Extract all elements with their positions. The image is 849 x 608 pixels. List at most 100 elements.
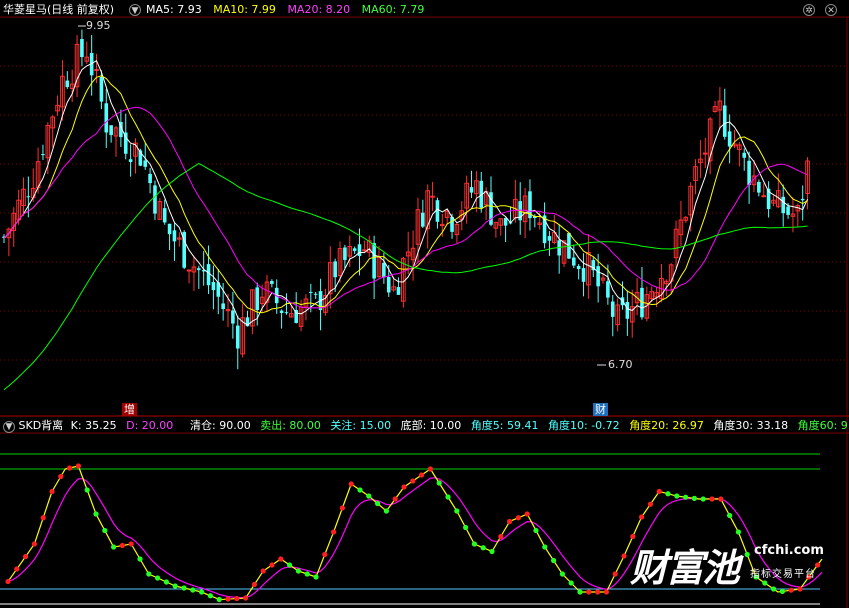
k-dot — [727, 512, 733, 519]
candle-body — [547, 236, 552, 241]
candle-body — [235, 325, 240, 349]
gear-icon[interactable]: ✲ — [803, 4, 815, 16]
k-dot — [691, 495, 698, 501]
candlestick-chart[interactable] — [0, 0, 849, 608]
k-dot — [331, 529, 337, 535]
candle-body — [143, 160, 148, 167]
stock-chart-window: 华菱星马(日线 前复权) ▼ MA5: 7.93 MA10: 7.99 MA20… — [0, 0, 849, 608]
candle-body — [128, 159, 133, 162]
d-value: D: 20.00 — [126, 419, 174, 432]
k-dot — [559, 571, 566, 577]
k-dot — [225, 596, 231, 602]
k-dot — [119, 542, 125, 549]
candle-body — [702, 152, 708, 155]
candle-body — [781, 196, 785, 214]
candle-body — [109, 125, 113, 136]
candle-body — [786, 206, 790, 215]
k-dot — [586, 589, 592, 595]
candle-body — [343, 247, 347, 260]
candle-body — [284, 312, 289, 314]
candle-body — [26, 196, 31, 198]
candle-body — [357, 244, 362, 256]
cfchi-logo: 财富池 cfchi.com 指标交易平台 — [626, 535, 824, 590]
k-dot — [542, 544, 548, 550]
candle-body — [503, 217, 508, 226]
k-dot — [40, 515, 46, 521]
marker-zeng: 增 — [122, 403, 137, 416]
k-dot — [5, 578, 11, 585]
k-dot — [23, 553, 29, 560]
indicator-values: 清仓: 90.00 卖出: 80.00 关注: 15.00 底部: 10.00 … — [190, 419, 849, 433]
candle-body — [382, 262, 386, 278]
candle-body — [581, 268, 586, 282]
k-dot — [102, 527, 108, 534]
k-dot — [463, 524, 469, 531]
stock-title: 华菱星马(日线 前复权) — [3, 3, 115, 16]
k-dot — [322, 551, 328, 558]
k-dot — [577, 589, 583, 595]
k-dot — [551, 557, 557, 564]
k-dot — [480, 545, 486, 551]
k-dot — [436, 480, 442, 486]
candle-body — [172, 230, 177, 242]
k-dot — [454, 508, 460, 514]
ma-legend: MA5: 7.93 MA10: 7.99 MA20: 8.20 MA60: 7.… — [146, 3, 432, 17]
k-dot — [788, 587, 794, 593]
chevron-down-icon[interactable]: ▼ — [3, 421, 15, 433]
k-dot — [155, 575, 161, 581]
ma10-line — [3, 75, 808, 314]
k-dot — [295, 568, 301, 574]
k-dot — [639, 514, 645, 520]
jiaodu20-value: 角度20: 26.97 — [629, 419, 704, 432]
logo-brand: 财富池 — [630, 546, 740, 590]
jiaodu10-value: 角度10: -0.72 — [548, 419, 620, 432]
k-dot — [348, 481, 354, 487]
k-dot — [357, 487, 363, 493]
marker-cai: 财 — [593, 403, 608, 416]
k-dot — [216, 596, 222, 603]
ma5-line — [3, 59, 809, 326]
candle-body — [761, 195, 767, 198]
k-dot — [471, 541, 477, 547]
k-dot — [674, 493, 680, 499]
candle-body — [197, 268, 201, 271]
k-dot — [207, 593, 213, 599]
candle-body — [596, 266, 600, 287]
candle-body — [211, 282, 216, 291]
candle-body — [722, 105, 727, 137]
k-dot — [603, 589, 610, 595]
candle-body — [386, 277, 391, 293]
chevron-down-icon[interactable]: ▼ — [129, 4, 141, 16]
k-dot — [199, 589, 205, 595]
k-dot — [304, 571, 310, 577]
k-dot — [735, 529, 742, 535]
candle-body — [747, 160, 751, 185]
main-chart-header: 华菱星马(日线 前复权) — [3, 3, 114, 17]
k-dot — [260, 568, 266, 574]
candle-body — [270, 280, 274, 284]
candle-body — [800, 198, 805, 201]
close-icon[interactable]: ✕ — [825, 4, 837, 16]
candle-body — [94, 69, 99, 72]
k-dot — [595, 589, 601, 595]
candle-body — [65, 80, 70, 88]
k-dot — [797, 586, 803, 592]
k-dot — [383, 508, 389, 514]
jiaodu60-value: 角度60: 9.73 — [797, 419, 849, 432]
k-dot — [665, 491, 671, 497]
ma60-line — [3, 162, 808, 391]
k-dot — [269, 562, 275, 568]
k-dot — [507, 518, 513, 525]
k-dot — [401, 484, 407, 490]
k-dot — [366, 493, 372, 499]
candle-body — [309, 291, 313, 293]
k-dot — [49, 488, 55, 495]
candle-body — [606, 281, 610, 298]
candle-body — [372, 243, 376, 279]
k-dot — [647, 501, 654, 507]
jiaodu5-value: 角度5: 59.41 — [470, 419, 539, 432]
candle-body — [123, 132, 128, 154]
maichu-value: 卖出: 80.00 — [260, 419, 321, 432]
k-dot — [612, 571, 618, 577]
candle-body — [727, 131, 732, 147]
